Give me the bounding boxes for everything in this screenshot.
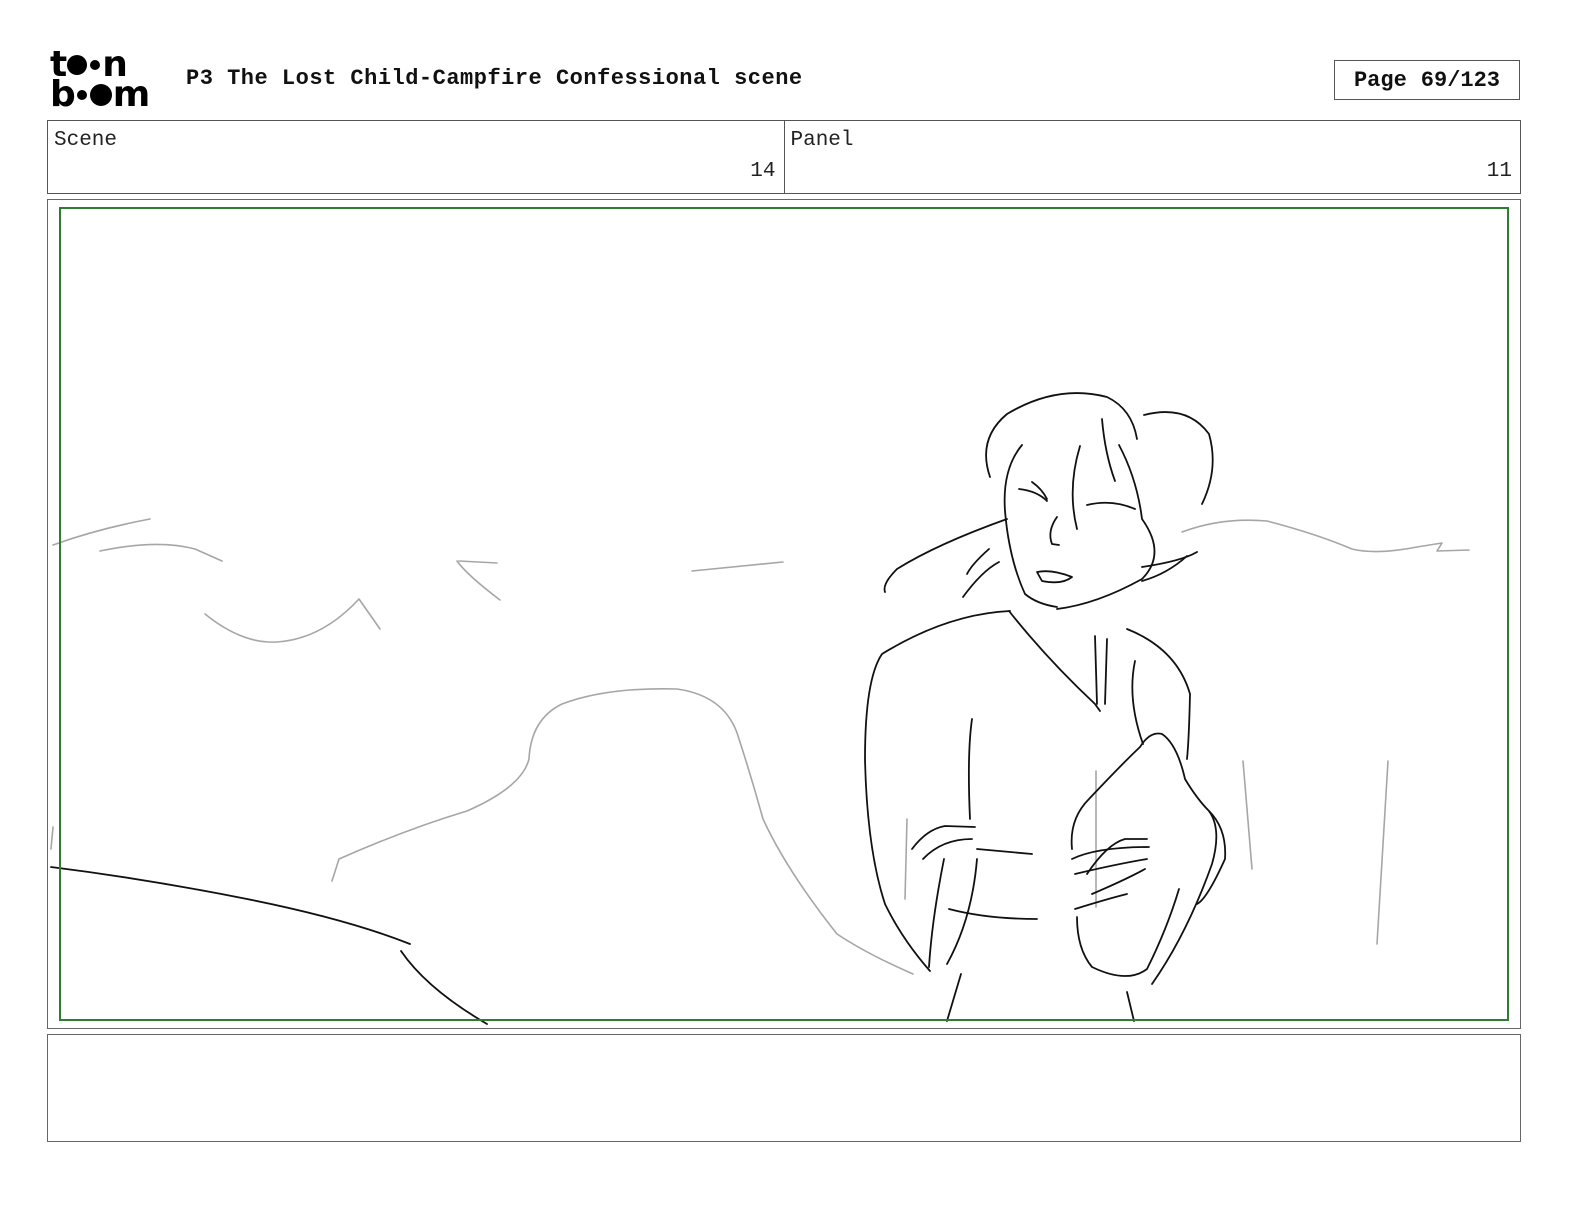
toon-boom-logo: t n b m xyxy=(50,44,150,115)
page-label: Page xyxy=(1353,67,1407,93)
camera-safe-frame xyxy=(59,207,1509,1021)
scene-panel-info: Scene 14 Panel 11 xyxy=(47,120,1521,194)
page-indicator: Page 69/123 xyxy=(1334,60,1520,100)
scene-cell: Scene 14 xyxy=(48,121,784,193)
panel-label: Panel xyxy=(790,129,854,152)
scene-number: 14 xyxy=(750,160,776,183)
page-number: 69/123 xyxy=(1420,67,1501,93)
panel-number: 11 xyxy=(1486,160,1512,183)
scene-label: Scene xyxy=(54,129,118,152)
action-notes-box xyxy=(47,1034,1521,1142)
panel-cell: Panel 11 xyxy=(783,121,1521,193)
storyboard-title: P3 The Lost Child-Campfire Confessional … xyxy=(186,66,803,91)
